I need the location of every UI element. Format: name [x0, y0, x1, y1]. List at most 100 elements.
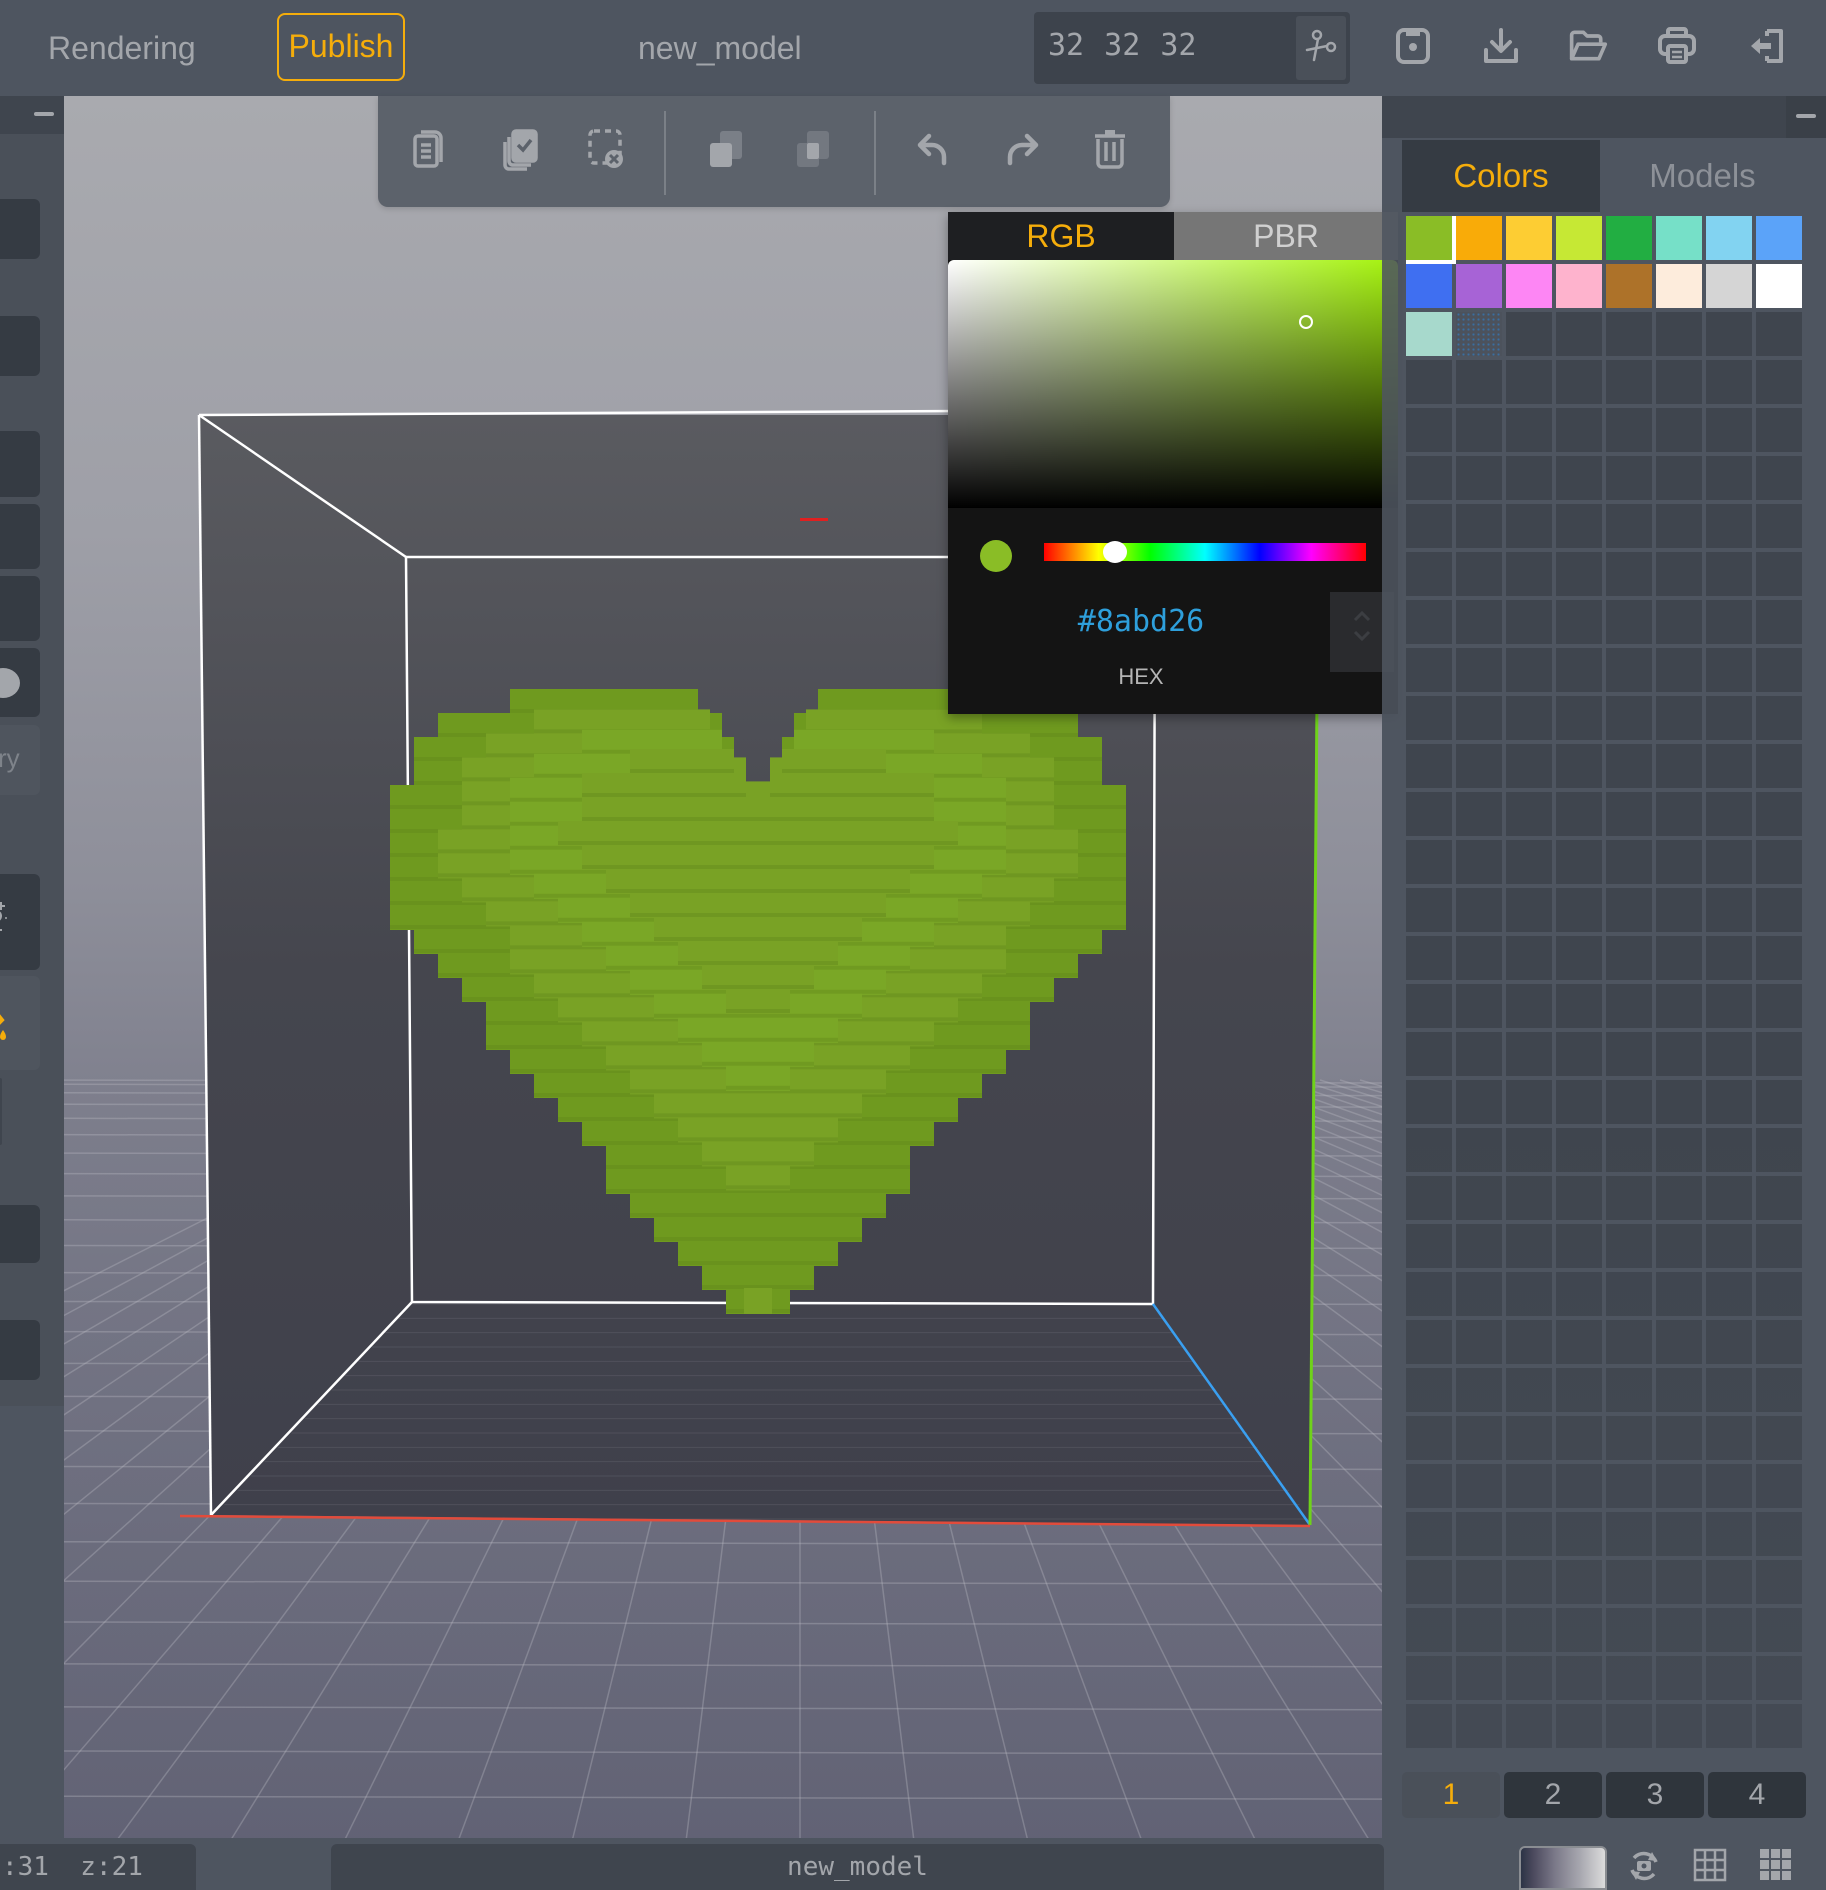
- palette-swatch-empty[interactable]: [1756, 1032, 1802, 1076]
- palette-swatch-empty[interactable]: [1556, 1032, 1602, 1076]
- palette-swatch-empty[interactable]: [1406, 840, 1452, 884]
- download-button[interactable]: [1479, 26, 1523, 70]
- palette-swatch-empty[interactable]: [1506, 1032, 1552, 1076]
- palette-swatch-empty[interactable]: [1656, 1368, 1702, 1412]
- palette-swatch-empty[interactable]: [1656, 984, 1702, 1028]
- palette-swatch-empty[interactable]: [1706, 1224, 1752, 1268]
- palette-swatch-empty[interactable]: [1506, 936, 1552, 980]
- palette-swatch-empty[interactable]: [1406, 1512, 1452, 1556]
- palette-swatch[interactable]: [1456, 216, 1502, 260]
- palette-swatch-empty[interactable]: [1556, 1608, 1602, 1652]
- palette-swatch-empty[interactable]: [1656, 648, 1702, 692]
- palette-swatch-empty[interactable]: [1706, 1560, 1752, 1604]
- palette-swatch-empty[interactable]: [1406, 1368, 1452, 1412]
- palette-swatch-empty[interactable]: [1706, 360, 1752, 404]
- palette-swatch-empty[interactable]: [1506, 792, 1552, 836]
- palette-swatch-empty[interactable]: [1756, 552, 1802, 596]
- tool-button[interactable]: [0, 199, 40, 259]
- palette-swatch-empty[interactable]: [1606, 696, 1652, 740]
- palette-swatch-empty[interactable]: [1506, 600, 1552, 644]
- palette-swatch-empty[interactable]: [1656, 312, 1702, 356]
- palette-swatch-empty[interactable]: [1506, 1128, 1552, 1172]
- palette-swatch-empty[interactable]: [1706, 504, 1752, 548]
- palette-swatch-empty[interactable]: [1556, 312, 1602, 356]
- palette-swatch-empty[interactable]: [1556, 552, 1602, 596]
- palette-swatch-empty[interactable]: [1606, 1656, 1652, 1700]
- palette-swatch-empty[interactable]: [1406, 648, 1452, 692]
- palette-swatch-empty[interactable]: [1756, 1272, 1802, 1316]
- palette-swatch-empty[interactable]: [1606, 1272, 1652, 1316]
- palette-swatch-empty[interactable]: [1406, 1272, 1452, 1316]
- palette-swatch-empty[interactable]: [1506, 456, 1552, 500]
- palette-swatch-empty[interactable]: [1456, 1272, 1502, 1316]
- palette-swatch-empty[interactable]: [1706, 600, 1752, 644]
- palette-swatch-empty[interactable]: [1706, 1032, 1752, 1076]
- palette-swatch[interactable]: [1606, 264, 1652, 308]
- save-button[interactable]: [1391, 26, 1435, 70]
- palette-swatch-empty[interactable]: [1706, 1128, 1752, 1172]
- palette-swatch-empty[interactable]: [1406, 984, 1452, 1028]
- palette-swatch-empty[interactable]: [1606, 1032, 1652, 1076]
- palette-swatch-empty[interactable]: [1406, 1464, 1452, 1508]
- redo-button[interactable]: [998, 126, 1046, 176]
- palette-swatch[interactable]: [1556, 264, 1602, 308]
- palette-swatch[interactable]: [1656, 216, 1702, 260]
- palette-swatch-empty[interactable]: [1606, 1176, 1652, 1220]
- hex-value[interactable]: #8abd26: [948, 604, 1334, 639]
- palette-swatch-empty[interactable]: [1556, 1320, 1602, 1364]
- palette-swatch-empty[interactable]: [1456, 936, 1502, 980]
- palette-swatch-empty[interactable]: [1456, 1176, 1502, 1220]
- tab-pbr[interactable]: PBR: [1174, 212, 1398, 260]
- palette-swatch-empty[interactable]: [1556, 1176, 1602, 1220]
- palette-swatch-empty[interactable]: [1456, 408, 1502, 452]
- palette-swatch-empty[interactable]: [1506, 1176, 1552, 1220]
- palette-swatch-empty-active[interactable]: [1456, 312, 1502, 356]
- palette-swatch-empty[interactable]: [1656, 792, 1702, 836]
- palette-swatch-empty[interactable]: [1406, 1560, 1452, 1604]
- tool-button-lighting[interactable]: [0, 874, 40, 970]
- palette-swatch-empty[interactable]: [1406, 456, 1452, 500]
- dimensions-field[interactable]: 32 32 32: [1034, 12, 1350, 84]
- palette-swatch-empty[interactable]: [1706, 1320, 1752, 1364]
- palette-swatch-empty[interactable]: [1506, 1608, 1552, 1652]
- palette-swatch-empty[interactable]: [1506, 504, 1552, 548]
- palette-swatch-empty[interactable]: [1706, 648, 1752, 692]
- palette-swatch-empty[interactable]: [1556, 1224, 1602, 1268]
- palette-swatch-empty[interactable]: [1406, 792, 1452, 836]
- palette-swatch-empty[interactable]: [1756, 1416, 1802, 1460]
- palette-swatch-empty[interactable]: [1656, 1704, 1702, 1748]
- palette-swatch-empty[interactable]: [1656, 1464, 1702, 1508]
- palette-swatch-empty[interactable]: [1406, 1320, 1452, 1364]
- palette-swatch-empty[interactable]: [1706, 456, 1752, 500]
- palette-swatch-empty[interactable]: [1756, 1464, 1802, 1508]
- palette-swatch-empty[interactable]: [1406, 600, 1452, 644]
- palette-swatch-empty[interactable]: [1756, 1704, 1802, 1748]
- palette-swatch-empty[interactable]: [1656, 1656, 1702, 1700]
- palette-swatch[interactable]: [1506, 216, 1552, 260]
- palette-swatch-empty[interactable]: [1506, 1080, 1552, 1124]
- palette-swatch-empty[interactable]: [1456, 600, 1502, 644]
- palette-swatch-empty[interactable]: [1506, 360, 1552, 404]
- palette-swatch-empty[interactable]: [1656, 1032, 1702, 1076]
- palette-swatch-empty[interactable]: [1656, 1512, 1702, 1556]
- palette-swatch-empty[interactable]: [1706, 1656, 1752, 1700]
- palette-swatch-empty[interactable]: [1656, 1560, 1702, 1604]
- palette-swatch-empty[interactable]: [1656, 696, 1702, 740]
- palette-swatch-empty[interactable]: [1556, 408, 1602, 452]
- palette-swatch-empty[interactable]: [1506, 1512, 1552, 1556]
- palette-swatch-empty[interactable]: [1456, 840, 1502, 884]
- palette-swatch-empty[interactable]: [1756, 984, 1802, 1028]
- palette-swatch-empty[interactable]: [1606, 1128, 1652, 1172]
- palette-swatch-empty[interactable]: [1756, 1224, 1802, 1268]
- palette-swatch-empty[interactable]: [1606, 888, 1652, 932]
- palette-swatch-empty[interactable]: [1506, 1368, 1552, 1412]
- palette-swatch-empty[interactable]: [1756, 696, 1802, 740]
- palette-swatch-empty[interactable]: [1706, 936, 1752, 980]
- palette-swatch-empty[interactable]: [1506, 696, 1552, 740]
- crop-button[interactable]: [1296, 16, 1346, 80]
- palette-swatch-empty[interactable]: [1406, 696, 1452, 740]
- palette-swatch[interactable]: [1406, 264, 1452, 308]
- palette-swatch-empty[interactable]: [1556, 1656, 1602, 1700]
- palette-swatch-empty[interactable]: [1606, 1608, 1652, 1652]
- background-color-swatch[interactable]: [1519, 1846, 1607, 1890]
